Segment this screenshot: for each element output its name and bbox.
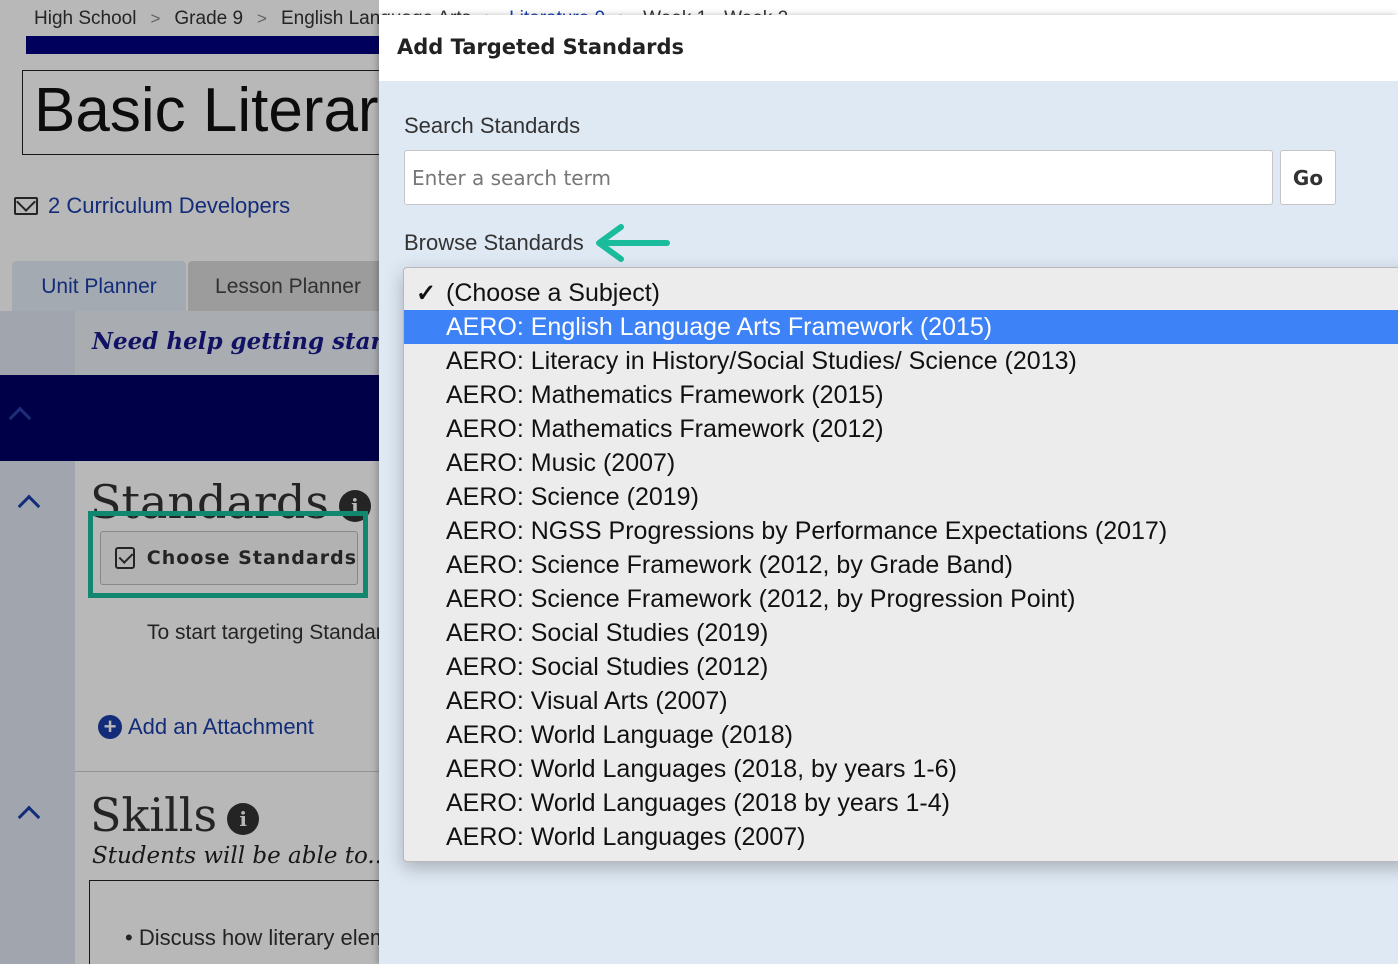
dropdown-option[interactable]: AERO: Mathematics Framework (2015) <box>404 378 1398 412</box>
dropdown-option[interactable]: AERO: Social Studies (2012) <box>404 650 1398 684</box>
dropdown-option[interactable]: AERO: Music (2007) <box>404 446 1398 480</box>
modal-backdrop[interactable] <box>0 0 379 964</box>
dropdown-option[interactable]: AERO: NGSS Progressions by Performance E… <box>404 514 1398 548</box>
search-standards-label: Search Standards <box>404 113 581 138</box>
dropdown-option[interactable]: AERO: Social Studies (2019) <box>404 616 1398 650</box>
dropdown-option[interactable]: AERO: World Languages (2007) <box>404 820 1398 854</box>
go-button[interactable]: Go <box>1280 150 1336 205</box>
modal-title: Add Targeted Standards <box>397 35 685 59</box>
dropdown-option[interactable]: AERO: Science Framework (2012, by Progre… <box>404 582 1398 616</box>
dropdown-option[interactable]: AERO: Science (2019) <box>404 480 1398 514</box>
subject-dropdown-list[interactable]: ✓ (Choose a Subject) AERO: English Langu… <box>403 267 1398 862</box>
dropdown-option[interactable]: AERO: Mathematics Framework (2012) <box>404 412 1398 446</box>
dropdown-option[interactable]: AERO: English Language Arts Framework (2… <box>404 310 1398 344</box>
browse-standards-label: Browse Standards <box>404 230 584 255</box>
dropdown-option[interactable]: AERO: Visual Arts (2007) <box>404 684 1398 718</box>
modal-header: Add Targeted Standards <box>379 15 1398 81</box>
dropdown-option[interactable]: AERO: World Languages (2018 by years 1-4… <box>404 786 1398 820</box>
dropdown-option[interactable]: AERO: World Languages (2018, by years 1-… <box>404 752 1398 786</box>
add-targeted-standards-modal: Add Targeted Standards Search Standards … <box>379 15 1398 964</box>
dropdown-option[interactable]: ✓ (Choose a Subject) <box>404 276 1398 310</box>
dropdown-option[interactable]: AERO: Science Framework (2012, by Grade … <box>404 548 1398 582</box>
checkmark-icon: ✓ <box>416 279 437 307</box>
annotation-arrow-icon <box>596 224 670 262</box>
dropdown-option-label: (Choose a Subject) <box>446 278 661 307</box>
dropdown-option[interactable]: AERO: World Language (2018) <box>404 718 1398 752</box>
search-input[interactable] <box>404 150 1273 205</box>
dropdown-option[interactable]: AERO: Literacy in History/Social Studies… <box>404 344 1398 378</box>
